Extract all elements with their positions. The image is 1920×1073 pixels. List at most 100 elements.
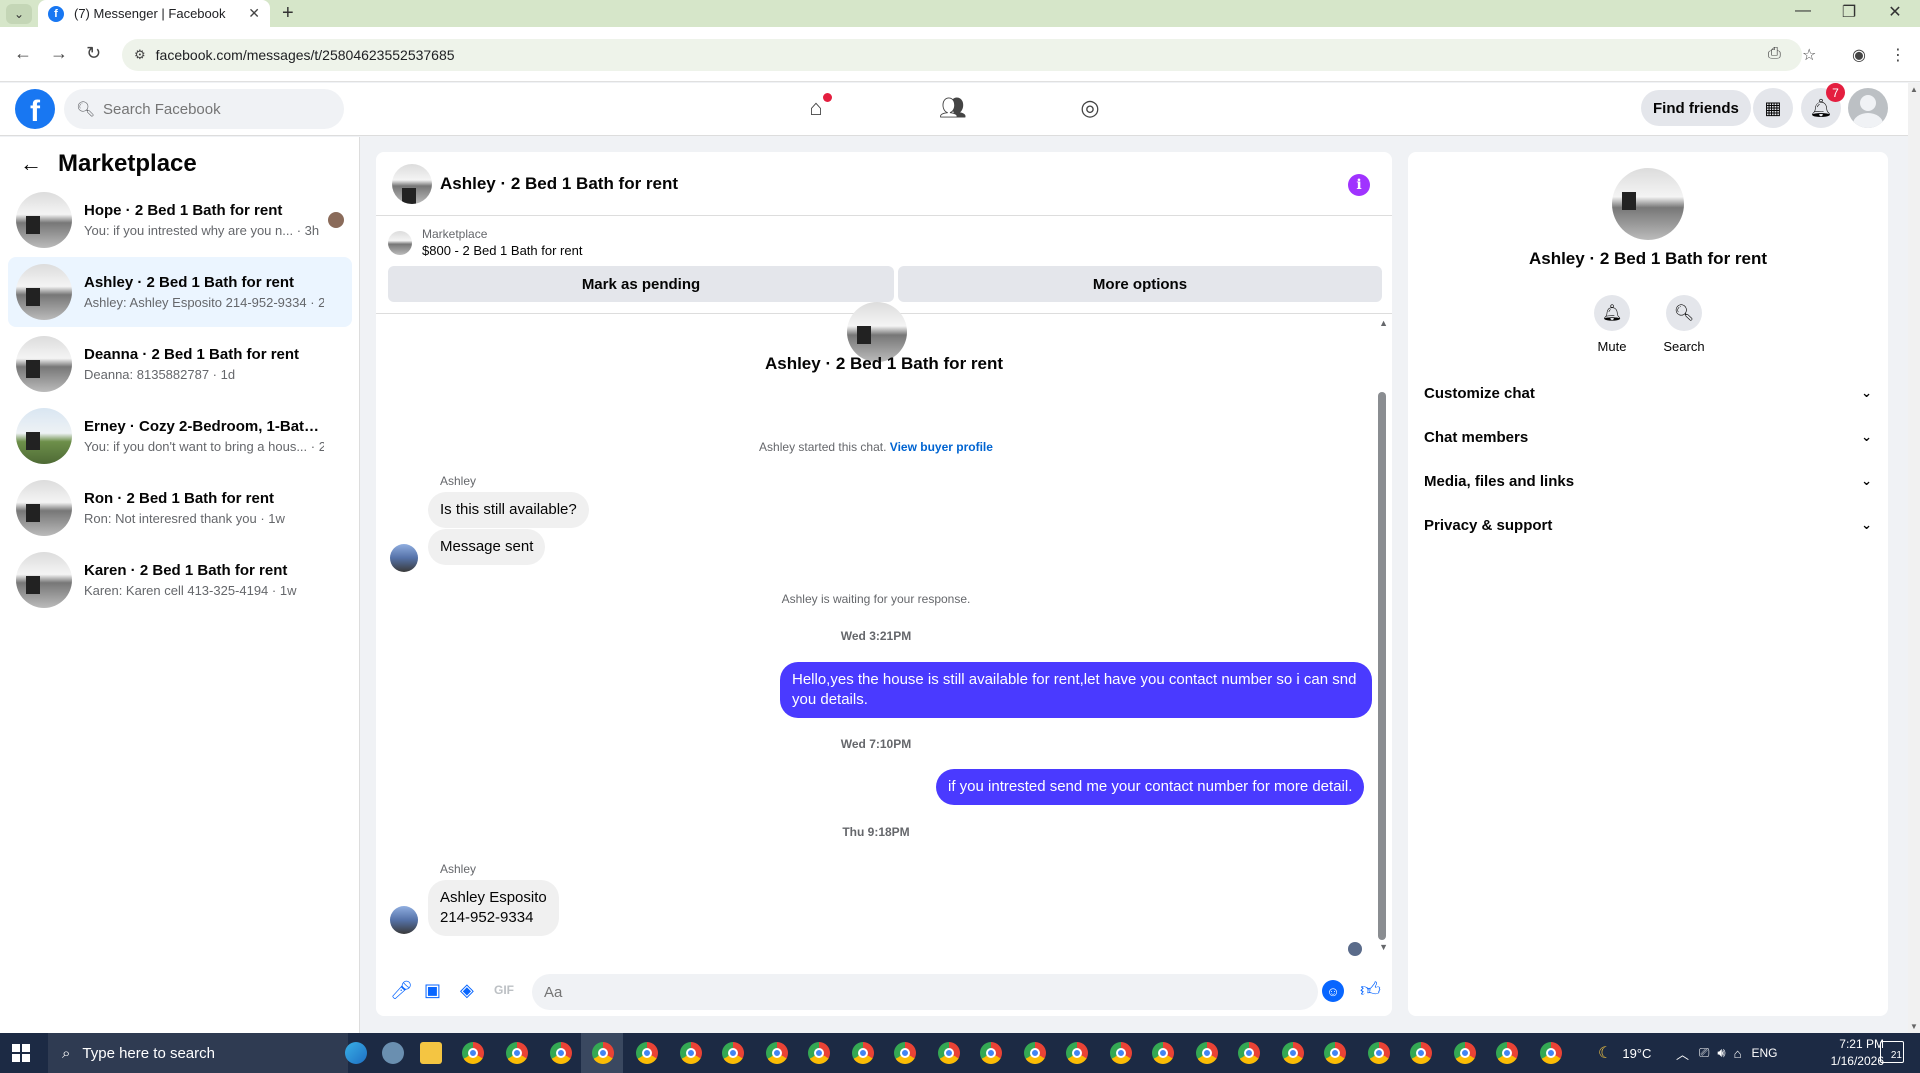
- windows-start-icon[interactable]: [12, 1044, 30, 1062]
- chrome-icon[interactable]: [462, 1042, 484, 1064]
- emoji-icon[interactable]: ☺: [1322, 980, 1344, 1002]
- chrome-icon[interactable]: [894, 1042, 916, 1064]
- thumbs-up-icon[interactable]: 👍︎: [1360, 978, 1381, 1002]
- chrome-icon[interactable]: [808, 1042, 830, 1064]
- friends-icon[interactable]: 👥︎: [938, 93, 968, 123]
- network-icon[interactable]: ⎚: [1699, 1045, 1709, 1061]
- facebook-search-box[interactable]: 🔍︎: [64, 89, 344, 129]
- conversation-item-karen[interactable]: Karen · 2 Bed 1 Bath for rent Karen: Kar…: [8, 545, 352, 615]
- chrome-icon[interactable]: [1496, 1042, 1518, 1064]
- chrome-icon[interactable]: [1540, 1042, 1562, 1064]
- chrome-icon[interactable]: [1196, 1042, 1218, 1064]
- conversation-item-deanna[interactable]: Deanna · 2 Bed 1 Bath for rent Deanna: 8…: [8, 329, 352, 399]
- bookmark-star-icon[interactable]: ☆: [1802, 45, 1816, 65]
- chrome-icon[interactable]: [722, 1042, 744, 1064]
- scroll-down-arrow-icon[interactable]: ▼: [1910, 1022, 1918, 1031]
- outgoing-message[interactable]: Hello,yes the house is still available f…: [780, 662, 1372, 718]
- conversation-item-erney[interactable]: Erney · Cozy 2-Bedroom, 1-Bathro... You:…: [8, 401, 352, 471]
- wifi-icon[interactable]: ⌂: [1734, 1046, 1742, 1061]
- notification-center-icon[interactable]: 21: [1880, 1041, 1904, 1063]
- chrome-icon[interactable]: [636, 1042, 658, 1064]
- volume-icon[interactable]: 🔊︎: [1717, 1045, 1725, 1061]
- browser-tab-messenger[interactable]: f (7) Messenger | Facebook ✕: [38, 0, 270, 27]
- chrome-icon[interactable]: [1238, 1042, 1260, 1064]
- back-arrow-icon[interactable]: ←: [14, 43, 32, 64]
- site-info-icon[interactable]: ⚙: [134, 47, 146, 63]
- sender-avatar[interactable]: [390, 544, 418, 572]
- chrome-icon[interactable]: [852, 1042, 874, 1064]
- menu-grid-icon[interactable]: ▦: [1753, 88, 1793, 128]
- chrome-icon[interactable]: [680, 1042, 702, 1064]
- window-close-icon[interactable]: ✕: [1872, 2, 1918, 22]
- chat-scrollbar[interactable]: [1378, 392, 1386, 940]
- scroll-down-arrow-icon[interactable]: ▼: [1379, 942, 1388, 952]
- message-input[interactable]: [532, 974, 1318, 1010]
- chrome-icon[interactable]: [1454, 1042, 1476, 1064]
- groups-icon[interactable]: ◎: [1075, 93, 1105, 123]
- back-arrow-icon[interactable]: ←: [20, 151, 42, 177]
- privacy-support-section[interactable]: Privacy & support ⌄: [1424, 507, 1872, 543]
- tab-close-icon[interactable]: ✕: [248, 5, 260, 22]
- page-scrollbar[interactable]: ▲ ▼: [1908, 83, 1920, 1033]
- sender-avatar[interactable]: [390, 906, 418, 934]
- chrome-icon[interactable]: [1024, 1042, 1046, 1064]
- sticker-icon[interactable]: ◈: [460, 980, 474, 1001]
- microphone-icon[interactable]: 🎤︎: [390, 980, 413, 1001]
- conversation-item-ron[interactable]: Ron · 2 Bed 1 Bath for rent Ron: Not int…: [8, 473, 352, 543]
- media-files-links-section[interactable]: Media, files and links ⌄: [1424, 463, 1872, 499]
- chat-listing-thumbnail[interactable]: [392, 163, 432, 204]
- new-tab-icon[interactable]: +: [282, 2, 294, 25]
- chrome-icon[interactable]: [938, 1042, 960, 1064]
- chrome-icon[interactable]: [1066, 1042, 1088, 1064]
- profile-icon[interactable]: ◉: [1852, 45, 1866, 65]
- chrome-icon[interactable]: [1368, 1042, 1390, 1064]
- tray-expand-icon[interactable]: ︿: [1676, 1044, 1689, 1063]
- incoming-message[interactable]: Message sent: [428, 529, 546, 565]
- weather-tray[interactable]: ☾ 19°C: [1598, 1033, 1651, 1073]
- info-icon[interactable]: i: [1348, 174, 1370, 196]
- facebook-search-input[interactable]: [103, 100, 304, 118]
- marketplace-listing-info[interactable]: Marketplace $800 - 2 Bed 1 Bath for rent: [388, 227, 582, 258]
- conversation-item-hope[interactable]: Hope · 2 Bed 1 Bath for rent You: if you…: [8, 185, 352, 255]
- chrome-icon[interactable]: [506, 1042, 528, 1064]
- incoming-message[interactable]: Is this still available?: [428, 492, 589, 528]
- incoming-message[interactable]: Ashley Esposito 214-952-9334: [428, 880, 559, 936]
- weather-app-icon[interactable]: [382, 1042, 404, 1064]
- scroll-up-arrow-icon[interactable]: ▲: [1910, 85, 1918, 94]
- chrome-icon[interactable]: [1152, 1042, 1174, 1064]
- chrome-icon[interactable]: [766, 1042, 788, 1064]
- customize-chat-section[interactable]: Customize chat ⌄: [1424, 375, 1872, 411]
- maximize-icon[interactable]: ❐: [1826, 2, 1872, 22]
- outgoing-message[interactable]: if you intrested send me your contact nu…: [936, 769, 1365, 805]
- chrome-icon[interactable]: [1282, 1042, 1304, 1064]
- chat-members-section[interactable]: Chat members ⌄: [1424, 419, 1872, 455]
- chrome-icon[interactable]: [550, 1042, 572, 1064]
- file-explorer-icon[interactable]: [420, 1042, 442, 1064]
- conversation-item-ashley[interactable]: Ashley · 2 Bed 1 Bath for rent Ashley: A…: [8, 257, 352, 327]
- edge-icon[interactable]: [345, 1042, 367, 1064]
- clock[interactable]: 7:21 PM 1/16/2026: [1808, 1036, 1884, 1070]
- install-app-icon[interactable]: ⎙: [1768, 45, 1781, 63]
- chrome-icon[interactable]: [980, 1042, 1002, 1064]
- reload-icon[interactable]: ↻: [86, 43, 101, 64]
- taskbar-search-box[interactable]: ⌕ Type here to search: [48, 1033, 348, 1073]
- search-in-chat-button[interactable]: 🔍︎ Search: [1644, 295, 1724, 354]
- view-buyer-profile-link[interactable]: View buyer profile: [890, 440, 993, 454]
- chrome-icon[interactable]: [1324, 1042, 1346, 1064]
- minimize-icon[interactable]: —: [1780, 2, 1826, 20]
- tab-list-chevron-icon[interactable]: ⌄: [6, 4, 32, 24]
- language-indicator[interactable]: ENG: [1751, 1046, 1777, 1060]
- photo-icon[interactable]: ▣: [424, 980, 441, 1001]
- chrome-icon[interactable]: [1110, 1042, 1132, 1064]
- address-bar[interactable]: ⚙ facebook.com/messages/t/25804623552537…: [122, 39, 1802, 71]
- forward-arrow-icon[interactable]: →: [50, 43, 68, 64]
- scroll-up-arrow-icon[interactable]: ▲: [1379, 318, 1388, 328]
- chrome-icon[interactable]: [1410, 1042, 1432, 1064]
- chrome-icon[interactable]: [592, 1042, 614, 1064]
- more-options-button[interactable]: More options: [898, 266, 1382, 302]
- chat-title[interactable]: Ashley · 2 Bed 1 Bath for rent: [440, 174, 678, 194]
- find-friends-button[interactable]: Find friends: [1641, 90, 1751, 126]
- mark-as-pending-button[interactable]: Mark as pending: [388, 266, 894, 302]
- account-avatar[interactable]: [1848, 88, 1888, 128]
- browser-menu-icon[interactable]: ⋮: [1890, 45, 1906, 65]
